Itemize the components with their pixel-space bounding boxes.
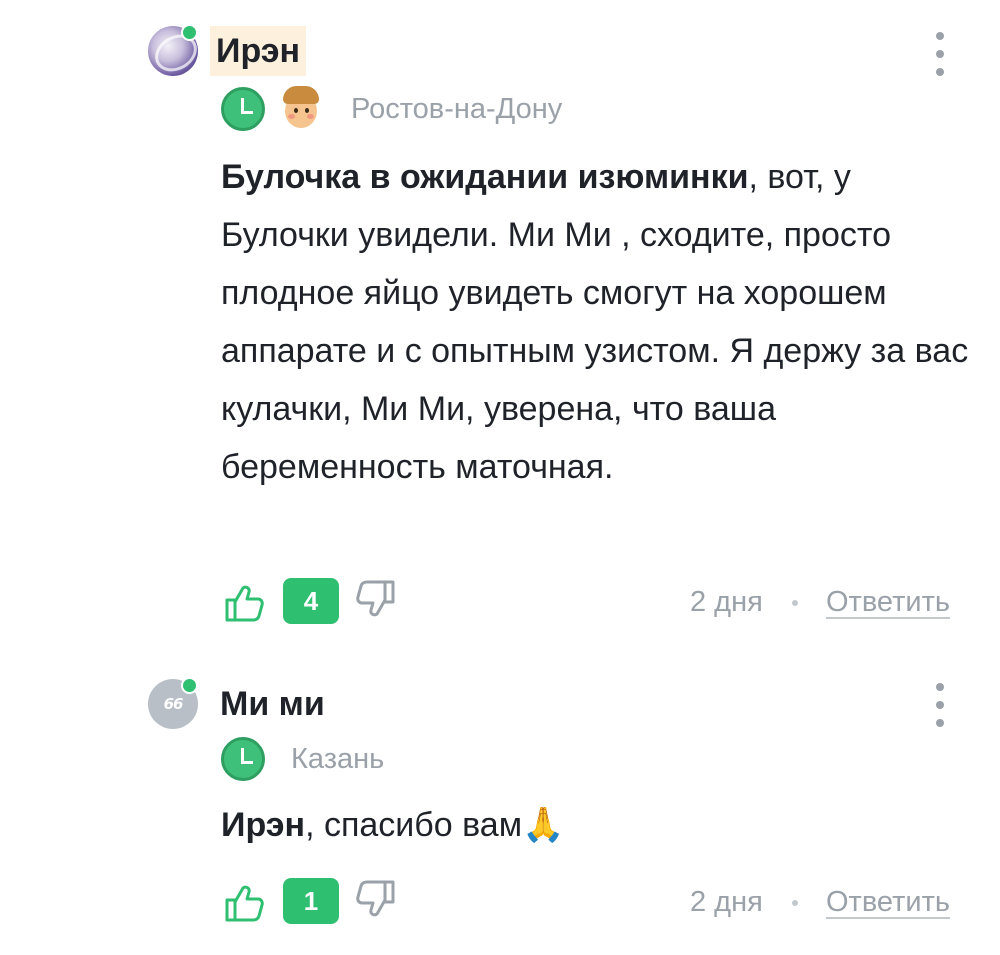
separator-dot (792, 600, 798, 606)
comment-text: Ирэн, спасибо вам🙏 (221, 796, 971, 854)
comment-body: , вот, у Булочки увидели. Ми Ми , сходит… (221, 158, 969, 486)
author-name[interactable]: Ми ми (220, 679, 325, 729)
clock-badge-icon (221, 737, 265, 781)
thumbs-down-icon[interactable] (355, 578, 399, 622)
mention-link[interactable]: Ирэн (221, 806, 305, 844)
comment-time: 2 дня (690, 586, 763, 618)
thumbs-up-icon[interactable] (221, 880, 265, 924)
online-indicator (181, 677, 198, 694)
reply-button[interactable]: Ответить (826, 582, 950, 622)
more-vert-icon[interactable] (935, 683, 945, 727)
author-city: Ростов-на-Дону (351, 93, 563, 125)
kid-badge-icon (279, 86, 323, 130)
author-city: Казань (291, 743, 385, 775)
reply-button[interactable]: Ответить (826, 882, 950, 922)
author-name[interactable]: Ирэн (210, 26, 307, 76)
thumbs-up-icon[interactable] (221, 580, 265, 624)
like-count: 1 (283, 878, 339, 924)
clock-badge-icon (221, 87, 265, 131)
more-vert-icon[interactable] (935, 32, 945, 76)
mention-link[interactable]: Булочка в ожидании изюминки (221, 158, 748, 196)
comment-text: Булочка в ожидании изюминки, вот, у Було… (221, 148, 971, 496)
like-count: 4 (283, 578, 339, 624)
thumbs-down-icon[interactable] (355, 878, 399, 922)
avatar-quote-icon: 66 (163, 695, 184, 713)
online-indicator (181, 24, 198, 41)
separator-dot (792, 900, 798, 906)
comment: 66 Ми ми Казань Ирэн, спасибо вам🙏 1 2 д… (0, 650, 1000, 955)
comment: Ирэн Ростов-на-Дону Булочка в ожидании и… (0, 0, 1000, 650)
comment-time: 2 дня (690, 886, 763, 918)
comment-body: , спасибо вам🙏 (305, 806, 565, 844)
